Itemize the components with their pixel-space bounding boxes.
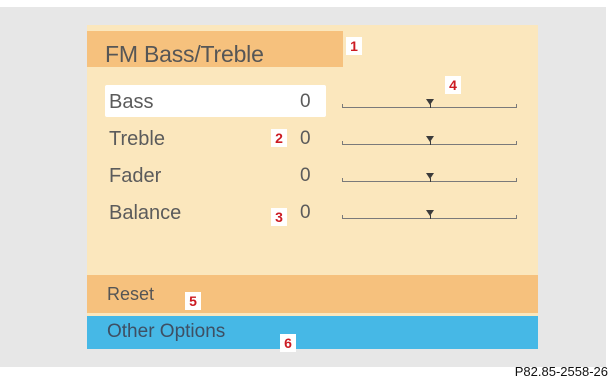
slider-end-tick (516, 215, 517, 219)
slider-end-tick (342, 104, 343, 108)
slider-thumb-stem (430, 104, 431, 108)
setting-row-balance[interactable]: Balance 0 (105, 196, 525, 228)
callout-1: 1 (346, 37, 362, 55)
reset-button[interactable]: Reset (87, 275, 538, 313)
treble-slider[interactable] (342, 136, 517, 148)
callout-4: 4 (445, 76, 461, 94)
setting-row-fader[interactable]: Fader 0 (105, 159, 525, 191)
setting-value-balance: 0 (300, 202, 311, 223)
setting-value-treble: 0 (300, 128, 311, 149)
callout-2: 2 (271, 129, 287, 147)
bass-slider[interactable] (342, 99, 517, 111)
setting-value-bass: 0 (300, 91, 311, 112)
slider-end-tick (516, 178, 517, 182)
figure-reference-id: P82.85-2558-26 (514, 364, 608, 379)
setting-value-fader: 0 (300, 165, 311, 186)
audio-display-screen: FM Bass/Treble Bass 0 Treble 0 Fader 0 B… (87, 25, 538, 349)
setting-label-balance: Balance (109, 202, 182, 224)
menu-title-bar: FM Bass/Treble (87, 31, 343, 67)
setting-row-treble[interactable]: Treble 0 (105, 122, 525, 154)
slider-end-tick (342, 141, 343, 145)
reset-label: Reset (107, 284, 155, 304)
setting-label-bass: Bass (109, 91, 154, 113)
balance-slider[interactable] (342, 210, 517, 222)
callout-3: 3 (271, 208, 287, 226)
slider-thumb-stem (430, 141, 431, 145)
menu-title: FM Bass/Treble (105, 41, 264, 67)
setting-label-treble: Treble (109, 128, 165, 150)
figure-frame: FM Bass/Treble Bass 0 Treble 0 Fader 0 B… (0, 0, 608, 381)
other-options-button[interactable]: Other Options (87, 316, 538, 349)
slider-thumb-stem (430, 215, 431, 219)
setting-label-fader: Fader (109, 165, 162, 187)
callout-5: 5 (185, 292, 201, 310)
callout-6: 6 (280, 334, 296, 352)
fader-slider[interactable] (342, 173, 517, 185)
setting-row-bass[interactable]: Bass 0 (105, 85, 525, 117)
slider-end-tick (516, 141, 517, 145)
slider-end-tick (342, 178, 343, 182)
figure-background: FM Bass/Treble Bass 0 Treble 0 Fader 0 B… (0, 7, 606, 367)
slider-thumb-stem (430, 178, 431, 182)
slider-end-tick (342, 215, 343, 219)
slider-end-tick (516, 104, 517, 108)
other-options-label: Other Options (107, 321, 226, 342)
